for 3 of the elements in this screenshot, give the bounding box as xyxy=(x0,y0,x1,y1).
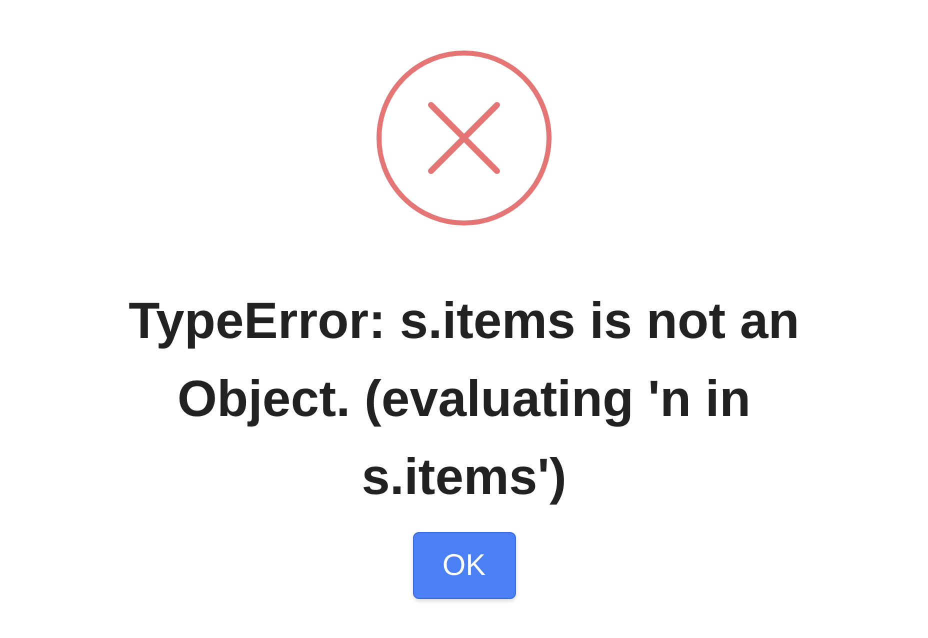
ok-button[interactable]: OK xyxy=(412,532,516,599)
error-icon xyxy=(376,50,552,226)
error-message: TypeError: s.items is not an Object. (evaluating 'n in s.items') xyxy=(128,291,800,507)
